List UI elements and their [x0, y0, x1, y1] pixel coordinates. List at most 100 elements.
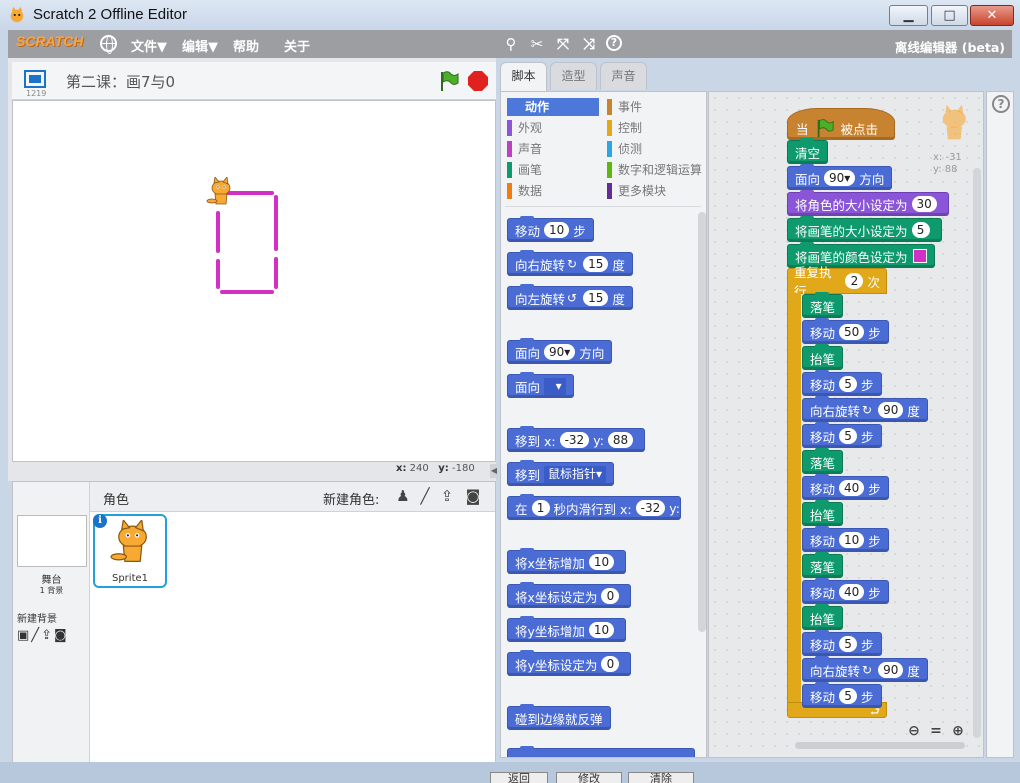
menu-file[interactable]: 文件▼: [131, 36, 167, 55]
palette-turn-right-block[interactable]: 向右旋转 ↻ 15 度: [507, 250, 633, 276]
bottom-button-back[interactable]: 返回: [490, 772, 548, 783]
script-scrollbar-vertical[interactable]: [973, 168, 981, 738]
camera-icon[interactable]: ◙: [54, 628, 69, 643]
palette-move-block[interactable]: 移动 10 步: [507, 216, 594, 242]
palette-scrollbar[interactable]: [698, 212, 706, 632]
clear-block[interactable]: 清空: [787, 138, 829, 164]
category-6[interactable]: 画笔: [507, 161, 599, 179]
language-globe-icon[interactable]: [100, 35, 117, 54]
script-inner-block-0[interactable]: 落笔: [802, 292, 844, 318]
palette-goto-block[interactable]: 移到 鼠标指针▾: [507, 460, 615, 486]
script-inner-block-7[interactable]: 移动 40 步: [802, 474, 889, 500]
upload-backdrop-icon[interactable]: ⇪: [41, 628, 54, 643]
script-inner-block-13[interactable]: 移动 5 步: [802, 630, 882, 656]
green-flag-icon: [817, 119, 834, 138]
cut-icon[interactable]: ✂: [528, 35, 546, 53]
duplicate-icon[interactable]: ⚲: [502, 35, 520, 53]
category-color-bar: [507, 183, 512, 199]
category-4[interactable]: 声音: [507, 140, 599, 158]
script-inner-block-9[interactable]: 移动 10 步: [802, 526, 889, 552]
script-inner-block-11[interactable]: 移动 40 步: [802, 578, 889, 604]
palette-set-x-block[interactable]: 将x坐标设定为 0: [507, 582, 632, 608]
help-question-icon[interactable]: ?: [992, 95, 1010, 113]
zoom-out-icon[interactable]: ⊖: [905, 722, 923, 740]
script-inner-block-14[interactable]: 向右旋转 ↻ 90 度: [802, 656, 928, 682]
script-inner-block-5[interactable]: 移动 5 步: [802, 422, 882, 448]
shrink-icon[interactable]: ⤨: [580, 35, 598, 53]
script-inner-block-6[interactable]: 落笔: [802, 448, 844, 474]
upload-sprite-icon[interactable]: ⇪: [437, 486, 457, 506]
script-inner-block-1[interactable]: 移动 50 步: [802, 318, 889, 344]
category-label: 画笔: [518, 163, 543, 177]
set-pen-size-block[interactable]: 将画笔的大小设定为 5: [787, 216, 942, 242]
green-flag-icon[interactable]: [438, 70, 460, 92]
palette-set-y-block[interactable]: 将y坐标设定为 0: [507, 650, 632, 676]
sprite-info-icon[interactable]: i: [93, 514, 107, 528]
menu-edit[interactable]: 编辑▼: [182, 36, 218, 55]
paint-sprite-icon[interactable]: ╱: [415, 486, 435, 506]
project-title[interactable]: 第二课：画7与0: [66, 71, 175, 92]
maximize-button[interactable]: □: [931, 5, 968, 26]
category-3[interactable]: 控制: [607, 119, 703, 137]
point-direction-block[interactable]: 面向 90▾ 方向: [787, 164, 893, 190]
script-area[interactable]: 当 被点击 清空 面向 90▾ 方向 将角色的大小设定为 30 将画笔的大小设定为 5 …: [708, 91, 984, 758]
zoom-in-icon[interactable]: ⊕: [949, 722, 967, 740]
palette-partial-block[interactable]: [507, 746, 695, 757]
palette-change-y-block[interactable]: 将y坐标增加 10: [507, 616, 627, 642]
pen-color-swatch[interactable]: [912, 249, 927, 263]
script-inner-block-3[interactable]: 移动 5 步: [802, 370, 882, 396]
minimize-button[interactable]: ▁: [889, 5, 928, 26]
when-flag-clicked-block[interactable]: 当 被点击: [787, 108, 895, 140]
grow-icon[interactable]: ⤧: [554, 35, 572, 53]
camera-sprite-icon[interactable]: ◙: [463, 486, 483, 506]
sprite-cat-on-stage[interactable]: [206, 177, 234, 207]
palette-goto-xy-block[interactable]: 移到 x: -32 y: 88: [507, 426, 646, 452]
presentation-mode-icon[interactable]: [24, 70, 46, 88]
script-inner-block-4[interactable]: 向右旋转 ↻ 90 度: [802, 396, 928, 422]
collapse-stage-arrow[interactable]: ◀: [490, 464, 498, 478]
script-inner-block-10[interactable]: 落笔: [802, 552, 844, 578]
set-size-block[interactable]: 将角色的大小设定为 30: [787, 190, 949, 216]
category-8[interactable]: 数据: [507, 182, 599, 200]
script-inner-block-8[interactable]: 抬笔: [802, 500, 844, 526]
category-9[interactable]: 更多模块: [607, 182, 703, 200]
script-scrollbar-horizontal[interactable]: [795, 742, 965, 749]
repeat-block-header[interactable]: 重复执行 2 次: [787, 265, 887, 299]
tab-sounds[interactable]: 声音: [600, 62, 647, 90]
stop-sign-icon[interactable]: [468, 71, 488, 91]
window-title: Scratch 2 Offline Editor: [33, 6, 187, 23]
menu-help[interactable]: 帮助: [233, 36, 259, 55]
stage-canvas[interactable]: [12, 100, 496, 462]
help-icon[interactable]: ?: [606, 35, 622, 51]
category-5[interactable]: 侦测: [607, 140, 703, 158]
brush-icon[interactable]: ╱: [31, 628, 41, 643]
paint-backdrop-icon[interactable]: ▣: [17, 628, 31, 643]
tab-costumes[interactable]: 造型: [550, 62, 597, 90]
stage-header: 1219 第二课：画7与0: [12, 62, 496, 100]
stage-thumbnail[interactable]: [17, 515, 87, 567]
script-inner-block-2[interactable]: 抬笔: [802, 344, 844, 370]
scratch-logo[interactable]: SCRATCH: [16, 33, 83, 55]
palette-glide-block[interactable]: 在 1 秒内滑行到 x: -32 y:: [507, 494, 681, 520]
sprite-pane: 舞台 1 背景 新建背景 ▣╱⇪◙ 角色 新建角色: ♟ ╱ ⇪ ◙ i Spr…: [12, 481, 496, 763]
palette-change-x-block[interactable]: 将x坐标增加 10: [507, 548, 627, 574]
category-2[interactable]: 外观: [507, 119, 599, 137]
script-inner-block-12[interactable]: 抬笔: [802, 604, 844, 630]
category-0[interactable]: 动作: [507, 98, 599, 116]
close-button[interactable]: ✕: [970, 5, 1014, 26]
zoom-reset-icon[interactable]: =: [927, 722, 945, 740]
point-towards-dropdown[interactable]: ▾: [544, 377, 566, 395]
menu-about[interactable]: 关于: [284, 36, 310, 55]
palette-point-towards-block[interactable]: 面向 ▾: [507, 372, 574, 398]
category-7[interactable]: 数字和逻辑运算: [607, 161, 703, 179]
sprite-tile[interactable]: i Sprite1: [93, 514, 167, 588]
palette-bounce-block[interactable]: 碰到边缘就反弹: [507, 704, 611, 730]
palette-turn-left-block[interactable]: 向左旋转 ↺ 15 度: [507, 284, 633, 310]
bottom-button-edit[interactable]: 修改: [556, 772, 622, 783]
tab-scripts[interactable]: 脚本: [500, 62, 547, 92]
sprite-library-icon[interactable]: ♟: [393, 486, 413, 506]
palette-point-direction-block[interactable]: 面向 90▾ 方向: [507, 338, 613, 364]
category-1[interactable]: 事件: [607, 98, 703, 116]
bottom-button-clear[interactable]: 清除: [628, 772, 694, 783]
script-inner-block-15[interactable]: 移动 5 步: [802, 682, 882, 708]
